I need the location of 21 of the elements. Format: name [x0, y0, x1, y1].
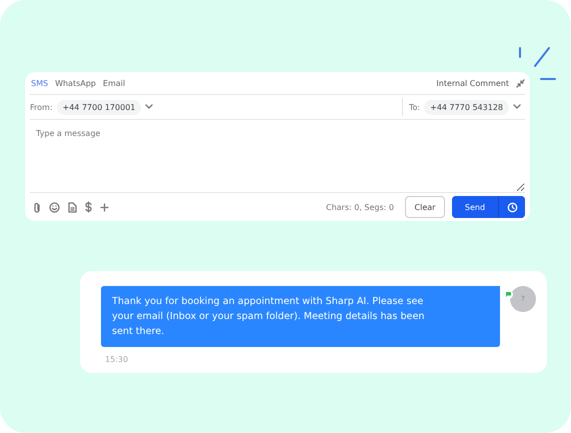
internal-comment-label: Internal Comment	[436, 78, 509, 88]
document-icon[interactable]	[67, 202, 77, 212]
message-time: 15:30	[105, 355, 128, 364]
to-label: To:	[409, 102, 420, 112]
channel-tab[interactable]: SMS	[31, 78, 48, 88]
emoji-icon[interactable]	[49, 202, 60, 212]
channel-tab[interactable]: WhatsApp	[55, 78, 96, 88]
character-counter: Chars: 0, Segs: 0	[326, 202, 394, 212]
clock-icon	[506, 202, 518, 212]
from-number-chip[interactable]: +44 7700 170001	[56, 100, 142, 114]
message-bubble: Thank you for booking an appointment with Sharp AI. Please see your email (Inbox or your spam folder). Meeting details has been sent there.	[101, 286, 500, 347]
chat-icon	[504, 290, 513, 299]
from-label: From:	[30, 102, 53, 112]
clear-button[interactable]: Clear	[405, 196, 445, 218]
schedule-button[interactable]	[498, 196, 525, 218]
dollar-icon[interactable]	[84, 201, 93, 213]
paperclip-icon[interactable]	[33, 202, 42, 212]
to-number-chip[interactable]: +44 7770 543128	[424, 100, 509, 114]
collapse-icon[interactable]	[516, 78, 525, 88]
channel-tab[interactable]: Email	[102, 78, 126, 88]
plus-icon[interactable]	[100, 202, 109, 212]
